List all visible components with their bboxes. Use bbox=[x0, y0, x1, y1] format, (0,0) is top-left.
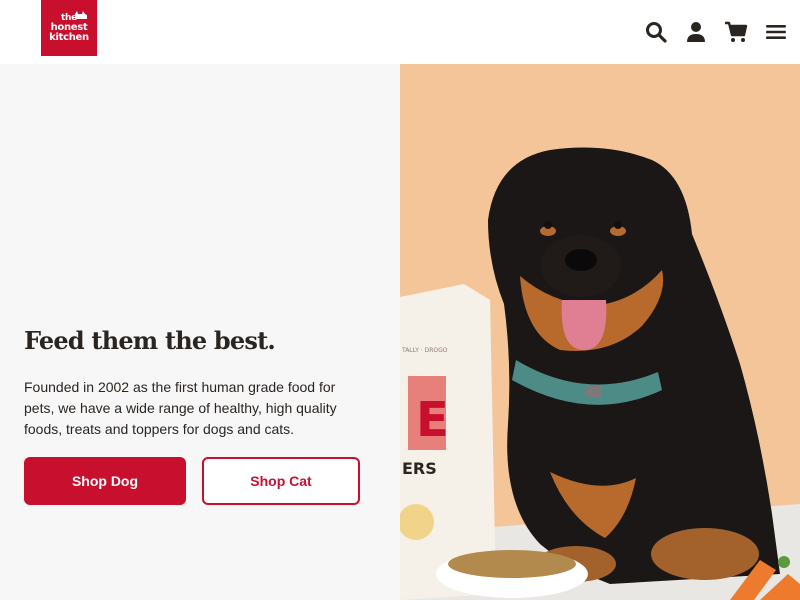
site-header: the honest kitchen bbox=[0, 0, 800, 64]
bag-label-large: E bbox=[416, 392, 449, 448]
account-icon bbox=[687, 22, 705, 42]
bag-label-top: TALLY · DROGO bbox=[401, 347, 448, 354]
header-icons bbox=[644, 18, 788, 46]
hero-image: E ERS TALLY · DROGO bbox=[400, 64, 800, 600]
search-icon bbox=[646, 22, 667, 43]
search-button[interactable] bbox=[644, 18, 668, 46]
cart-button[interactable] bbox=[724, 18, 748, 46]
hero-description: Founded in 2002 as the first human grade… bbox=[24, 379, 337, 437]
logo-text-kitchen: kitchen bbox=[49, 31, 89, 43]
menu-button[interactable] bbox=[764, 18, 788, 46]
hero-title: Feed them the best. bbox=[24, 326, 276, 355]
account-button[interactable] bbox=[684, 18, 708, 46]
menu-icon bbox=[766, 25, 786, 39]
brand-logo[interactable]: the honest kitchen bbox=[41, 0, 97, 56]
cart-icon bbox=[725, 21, 748, 42]
rottweiler-dog-photo: E ERS TALLY · DROGO bbox=[400, 64, 800, 600]
logo-text-honest: honest bbox=[50, 21, 88, 33]
shop-dog-button[interactable]: Shop Dog bbox=[24, 457, 186, 505]
shop-cat-button[interactable]: Shop Cat bbox=[202, 457, 360, 505]
bag-label-small: ERS bbox=[402, 459, 437, 478]
logo-pet-icon bbox=[75, 11, 87, 19]
